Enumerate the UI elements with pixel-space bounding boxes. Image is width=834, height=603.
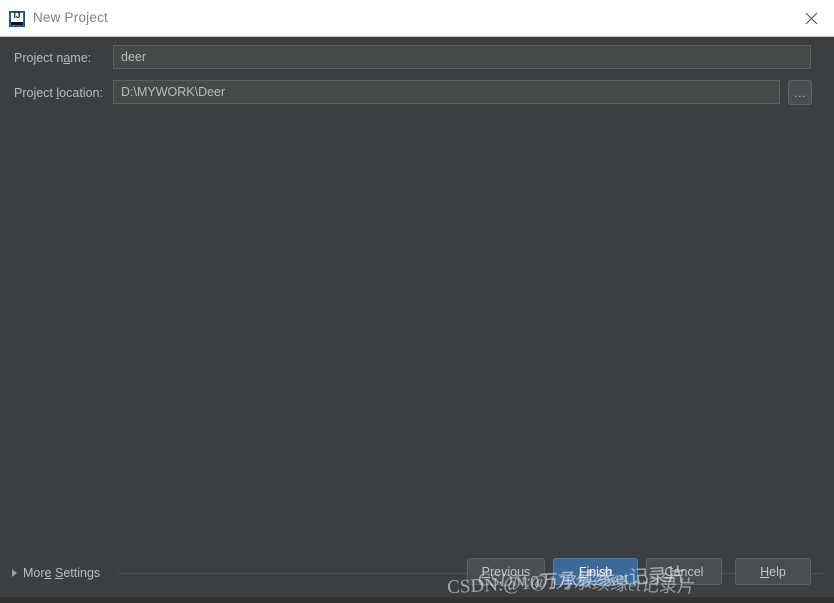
intellij-idea-icon [9, 11, 25, 27]
previous-button[interactable]: Previous [467, 558, 545, 585]
project-location-label-tail: ocation: [59, 86, 103, 100]
dialog-body: Project name: Project location: ... More… [0, 37, 834, 603]
finish-button[interactable]: Finish [553, 558, 638, 585]
project-name-input[interactable] [113, 45, 811, 69]
project-location-label: Project location: [14, 86, 103, 100]
browse-ellipsis-icon: ... [794, 85, 806, 100]
window-title: New Project [33, 10, 108, 25]
title-bar: New Project [0, 0, 834, 37]
new-project-dialog: New Project Project name: Project locati… [0, 0, 834, 603]
more-settings-label: More Settings [23, 566, 101, 580]
browse-folder-button[interactable]: ... [788, 80, 812, 105]
close-icon[interactable] [788, 0, 834, 36]
bottom-strip [0, 597, 834, 603]
help-button[interactable]: Help [735, 558, 811, 585]
project-location-input[interactable] [113, 80, 780, 104]
help-button-label: Help [760, 564, 786, 579]
project-location-label-text: Project [14, 86, 57, 100]
cancel-button-label: Cancel [664, 564, 704, 579]
project-name-label-tail: me: [70, 51, 92, 65]
project-name-label-text: Project n [14, 51, 64, 65]
project-name-label: Project name: [14, 51, 91, 65]
more-settings-toggle[interactable]: More Settings [12, 565, 100, 581]
finish-button-label: Finish [578, 564, 613, 579]
previous-button-label: Previous [481, 564, 531, 579]
cancel-button[interactable]: Cancel [646, 558, 722, 585]
chevron-right-icon [12, 569, 17, 577]
